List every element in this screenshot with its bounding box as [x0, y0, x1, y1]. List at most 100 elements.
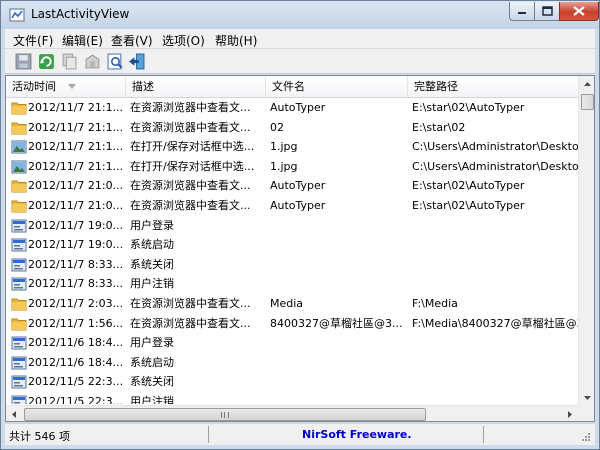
table-header: 活动时间 描述 文件名 完整路径: [6, 76, 578, 98]
image-icon: [11, 160, 27, 174]
table-rows: 2012/11/7 21:1... 在资源浏览器中查看文... AutoTyper E…: [6, 98, 578, 404]
system-event-icon: [11, 277, 27, 291]
cell-full-path: [412, 372, 578, 392]
sort-descending-icon: [68, 84, 76, 89]
app-window: LastActivityView 文件(F) 编辑(E) 查看(V) 选项(O)…: [0, 0, 600, 450]
table-row[interactable]: 2012/11/6 18:4... 系统启动: [6, 353, 578, 373]
system-event-icon: [11, 395, 27, 404]
properties-icon[interactable]: [84, 53, 101, 70]
cell-full-path: E:\star\02\AutoTyper: [412, 179, 525, 193]
column-label: 活动时间: [12, 80, 56, 93]
cell-activity-time: 2012/11/7 8:33...: [28, 277, 124, 291]
cell-full-path: E:\star\02\AutoTyper: [412, 199, 525, 212]
cell-description: 在资源浏览器中查看文...: [130, 297, 251, 310]
table-row[interactable]: 2012/11/5 22:3... 用户注销: [6, 392, 578, 404]
window-title: LastActivityView: [31, 7, 130, 21]
vertical-scroll-thumb[interactable]: [581, 94, 594, 110]
table-row[interactable]: 2012/11/7 8:33... 用户注销: [6, 274, 578, 294]
close-button[interactable]: [559, 2, 599, 21]
table-row[interactable]: 2012/11/7 8:33... 系统关闭: [6, 255, 578, 275]
table-row[interactable]: 2012/11/7 21:1... 在打开/保存对话框中选... 1.jpg C:\U…: [6, 157, 578, 177]
find-icon[interactable]: [107, 53, 124, 70]
horizontal-scrollbar[interactable]: [6, 405, 578, 422]
table-row[interactable]: 2012/11/7 21:1... 在资源浏览器中查看文... AutoTyper E…: [6, 98, 578, 118]
system-event-icon: [11, 375, 27, 389]
cell-activity-time: 2012/11/7 21:1...: [28, 101, 124, 114]
table-row[interactable]: 2012/11/7 21:1... 在打开/保存对话框中选... 1.jpg C:\U…: [6, 137, 578, 157]
cell-activity-time: 2012/11/7 1:56...: [28, 316, 124, 330]
column-header-activity-time[interactable]: 活动时间: [6, 76, 126, 98]
scroll-up-icon[interactable]: [579, 76, 595, 93]
cell-filename: AutoTyper: [270, 199, 326, 212]
table-row[interactable]: 2012/11/7 2:03... 在资源浏览器中查看文... Media F:\Me…: [6, 294, 578, 314]
menu-help[interactable]: 帮助(H): [215, 32, 257, 49]
cell-activity-time: 2012/11/7 21:0...: [28, 179, 124, 193]
resize-grip-icon[interactable]: [579, 430, 591, 442]
cell-full-path: C:\Users\Administrator\Deskto: [412, 140, 578, 154]
vertical-scrollbar[interactable]: [578, 76, 595, 406]
cell-description: 用户登录: [130, 336, 174, 350]
scroll-left-icon[interactable]: [6, 406, 23, 422]
cell-activity-time: 2012/11/5 22:3...: [28, 375, 124, 389]
cell-description: 系统关闭: [130, 257, 174, 271]
cell-full-path: F:\Media\8400327@草榴社區@3: [412, 316, 578, 330]
minimize-button[interactable]: [509, 2, 535, 21]
cell-full-path: [412, 216, 578, 236]
minimize-icon: [518, 12, 526, 14]
cell-description: 在打开/保存对话框中选...: [130, 159, 255, 173]
status-divider: [208, 426, 209, 443]
cell-description: 在资源浏览器中查看文...: [130, 179, 251, 193]
maximize-icon: [542, 6, 553, 16]
exit-icon[interactable]: [128, 53, 145, 70]
menu-edit[interactable]: 编辑(E): [62, 32, 103, 49]
system-event-icon: [11, 238, 27, 252]
cell-description: 在打开/保存对话框中选...: [130, 140, 255, 154]
cell-description: 系统启动: [130, 355, 174, 369]
table-row[interactable]: 2012/11/7 19:0... 用户登录: [6, 216, 578, 236]
refresh-icon[interactable]: [38, 53, 55, 70]
title-bar[interactable]: LastActivityView: [1, 1, 599, 29]
cell-full-path: [412, 255, 578, 275]
folder-icon: [11, 180, 27, 193]
system-event-icon: [11, 356, 27, 370]
system-event-icon: [11, 258, 27, 272]
table-row[interactable]: 2012/11/7 19:0... 系统启动: [6, 235, 578, 255]
cell-description: 在资源浏览器中查看文...: [130, 316, 251, 330]
horizontal-scroll-thumb[interactable]: [24, 408, 426, 421]
cell-filename: [270, 255, 410, 275]
column-header-description[interactable]: 描述: [126, 76, 266, 98]
cell-activity-time: 2012/11/7 8:33...: [28, 257, 124, 271]
activity-list-view[interactable]: 活动时间 描述 文件名 完整路径 2012/11/7 21:1... 在资源浏览器…: [5, 75, 595, 422]
column-header-filename[interactable]: 文件名: [266, 76, 408, 98]
menu-file[interactable]: 文件(F): [13, 32, 53, 49]
status-divider: [483, 426, 484, 443]
nirsoft-link[interactable]: NirSoft Freeware.: [302, 428, 412, 441]
scrollbar-corner: [578, 405, 594, 421]
column-header-full-path[interactable]: 完整路径: [408, 76, 578, 98]
menu-bar: 文件(F) 编辑(E) 查看(V) 选项(O) 帮助(H): [5, 29, 595, 49]
cell-full-path: C:\Users\Administrator\Deskto: [412, 159, 578, 173]
scroll-right-icon[interactable]: [561, 406, 578, 422]
table-row[interactable]: 2012/11/7 21:0... 在资源浏览器中查看文... AutoTyper E…: [6, 196, 578, 216]
menu-view[interactable]: 查看(V): [111, 32, 153, 49]
cell-filename: [270, 216, 410, 236]
table-row[interactable]: 2012/11/7 21:1... 在资源浏览器中查看文... 02 E:\star\…: [6, 118, 578, 138]
table-row[interactable]: 2012/11/7 21:0... 在资源浏览器中查看文... AutoTyper E…: [6, 176, 578, 196]
cell-filename: 1.jpg: [270, 159, 298, 173]
copy-icon[interactable]: [61, 53, 78, 70]
scroll-down-icon[interactable]: [579, 389, 595, 406]
cell-activity-time: 2012/11/7 21:1...: [28, 120, 124, 134]
table-row[interactable]: 2012/11/6 18:4... 用户登录: [6, 333, 578, 353]
save-icon[interactable]: [15, 53, 32, 70]
cell-filename: [270, 235, 410, 255]
cell-activity-time: 2012/11/7 21:1...: [28, 140, 124, 154]
cell-activity-time: 2012/11/6 18:4...: [28, 355, 124, 369]
table-row[interactable]: 2012/11/7 1:56... 在资源浏览器中查看文... 8400327@草榴…: [6, 314, 578, 334]
cell-activity-time: 2012/11/7 19:0...: [28, 218, 124, 232]
maximize-button[interactable]: [534, 2, 560, 21]
menu-options[interactable]: 选项(O): [162, 32, 205, 49]
cell-description: 在资源浏览器中查看文...: [130, 120, 251, 134]
cell-activity-time: 2012/11/7 21:1...: [28, 159, 124, 173]
table-row[interactable]: 2012/11/5 22:3... 系统关闭: [6, 372, 578, 392]
folder-icon: [11, 318, 27, 331]
